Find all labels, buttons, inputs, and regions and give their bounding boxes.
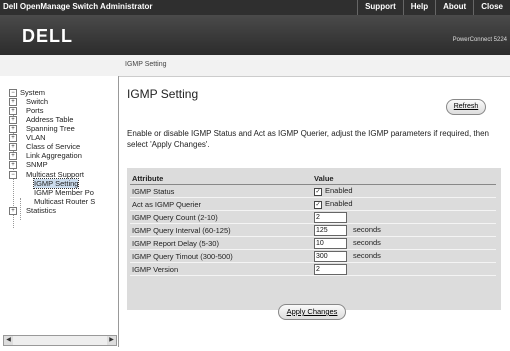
banner: DELL PowerConnect 5224 <box>0 15 510 55</box>
checkbox-label: Enabled <box>325 199 353 209</box>
scroll-left-icon[interactable]: ◀ <box>4 336 13 345</box>
collapse-icon[interactable]: − <box>9 89 17 98</box>
nav-item-link-aggregation[interactable]: + Link Aggregation <box>9 151 82 161</box>
support-link[interactable]: Support <box>357 0 403 15</box>
top-links: Support Help About Close <box>357 0 510 15</box>
attribute-label: Act as IGMP Querier <box>130 197 312 211</box>
nav-item-system[interactable]: − System <box>9 88 46 98</box>
scroll-right-icon[interactable]: ▶ <box>107 336 116 345</box>
igmp-querier-checkbox[interactable]: ✓ <box>314 200 322 209</box>
nav-item-multicast-router[interactable]: Multicast Router S <box>34 197 95 206</box>
page-title: IGMP Setting <box>127 87 199 101</box>
breadcrumb-bar: IGMP Setting <box>0 55 510 77</box>
nav-item-label: SNMP <box>26 160 48 169</box>
attribute-label: IGMP Version <box>130 262 312 276</box>
nav-item-label: Class of Service <box>26 142 81 151</box>
table-row: IGMP Version 2 <box>130 262 496 276</box>
table-row: IGMP Query Interval (60-125) 125 seconds <box>130 223 496 237</box>
query-timeout-input[interactable]: 300 <box>314 250 347 262</box>
table-row: IGMP Status ✓ Enabled <box>130 184 496 198</box>
refresh-button[interactable]: Refresh <box>446 99 486 115</box>
page-description: Enable or disable IGMP Status and Act as… <box>127 129 489 149</box>
nav-item-label: System <box>20 88 46 97</box>
query-interval-input[interactable]: 125 <box>314 224 347 236</box>
column-header-value: Value <box>312 172 496 185</box>
checkbox-label: Enabled <box>325 186 353 196</box>
unit-label: seconds <box>353 224 381 234</box>
expand-icon[interactable]: + <box>9 143 17 152</box>
column-header-attribute: Attribute <box>130 172 312 185</box>
nav-item-label: Spanning Tree <box>26 124 75 133</box>
nav-item-label: Statistics <box>26 206 57 215</box>
nav-item-label: Multicast Support <box>26 170 84 179</box>
nav-item-vlan[interactable]: + VLAN <box>9 133 46 143</box>
report-delay-input[interactable]: 10 <box>314 237 347 249</box>
igmp-settings-panel: Attribute Value IGMP Status ✓ Enabled Act… <box>127 168 501 310</box>
content-area: IGMP Setting Refresh Enable or disable I… <box>119 76 510 351</box>
nav-item-class-of-service[interactable]: + Class of Service <box>9 142 81 152</box>
nav-item-label: Ports <box>26 106 44 115</box>
attribute-label: IGMP Status <box>130 184 312 198</box>
expand-icon[interactable]: + <box>9 207 17 216</box>
expand-icon[interactable]: + <box>9 98 17 107</box>
query-count-input[interactable]: 2 <box>314 211 347 223</box>
about-link[interactable]: About <box>435 0 473 15</box>
expand-icon[interactable]: + <box>9 152 17 161</box>
close-link[interactable]: Close <box>473 0 510 15</box>
nav-item-igmp-member-port[interactable]: IGMP Member Po <box>34 188 94 197</box>
igmp-status-checkbox[interactable]: ✓ <box>314 187 322 196</box>
attribute-label: IGMP Report Delay (5-30) <box>130 236 312 250</box>
help-link[interactable]: Help <box>402 0 435 15</box>
apply-changes-button[interactable]: Apply Changes <box>278 304 346 320</box>
nav-item-spanning-tree[interactable]: + Spanning Tree <box>9 124 75 134</box>
nav-item-address-table[interactable]: + Address Table <box>9 115 74 125</box>
table-row: IGMP Query Count (2-10) 2 <box>130 210 496 224</box>
app-title: Dell OpenManage Switch Administrator <box>3 2 153 11</box>
nav-item-ports[interactable]: + Ports <box>9 106 44 116</box>
title-bar: Dell OpenManage Switch Administrator Sup… <box>0 0 510 15</box>
nav-item-igmp-setting[interactable]: IGMP Setting <box>32 178 80 189</box>
nav-tree: − System + Switch + Ports + Address Table + S… <box>0 76 119 347</box>
table-row: IGMP Report Delay (5-30) 10 seconds <box>130 236 496 250</box>
table-header-row: Attribute Value <box>130 172 496 185</box>
nav-item-switch[interactable]: + Switch <box>9 97 49 107</box>
nav-horizontal-scrollbar[interactable]: ◀ ▶ <box>3 335 117 346</box>
collapse-icon[interactable]: − <box>9 171 17 180</box>
nav-item-label: Address Table <box>26 115 74 124</box>
expand-icon[interactable]: + <box>9 107 17 116</box>
expand-icon[interactable]: + <box>9 134 17 143</box>
expand-icon[interactable]: + <box>9 116 17 125</box>
nav-item-multicast-support[interactable]: − Multicast Support <box>9 170 84 180</box>
unit-label: seconds <box>353 237 381 247</box>
nav-item-label: VLAN <box>26 133 46 142</box>
igmp-settings-table: Attribute Value IGMP Status ✓ Enabled Act… <box>130 172 496 276</box>
dell-logo: DELL <box>22 26 73 46</box>
nav-item-label: IGMP Setting <box>32 178 80 189</box>
nav-item-label: Multicast Router S <box>34 197 96 206</box>
table-row: IGMP Query Timout (300-500) 300 seconds <box>130 249 496 263</box>
table-row: Act as IGMP Querier ✓ Enabled <box>130 197 496 211</box>
model-name: PowerConnect 5224 <box>452 37 507 43</box>
breadcrumb: IGMP Setting <box>125 61 167 68</box>
unit-label: seconds <box>353 250 381 260</box>
attribute-label: IGMP Query Interval (60-125) <box>130 223 312 237</box>
nav-item-label: Switch <box>26 97 49 106</box>
nav-item-snmp[interactable]: + SNMP <box>9 160 48 170</box>
expand-icon[interactable]: + <box>9 161 17 170</box>
attribute-label: IGMP Query Timout (300-500) <box>130 249 312 263</box>
expand-icon[interactable]: + <box>9 125 17 134</box>
attribute-label: IGMP Query Count (2-10) <box>130 210 312 224</box>
igmp-version-input[interactable]: 2 <box>314 263 347 275</box>
nav-item-label: Link Aggregation <box>26 151 82 160</box>
nav-item-label: IGMP Member Po <box>34 188 94 197</box>
nav-item-statistics[interactable]: + Statistics <box>9 206 57 216</box>
